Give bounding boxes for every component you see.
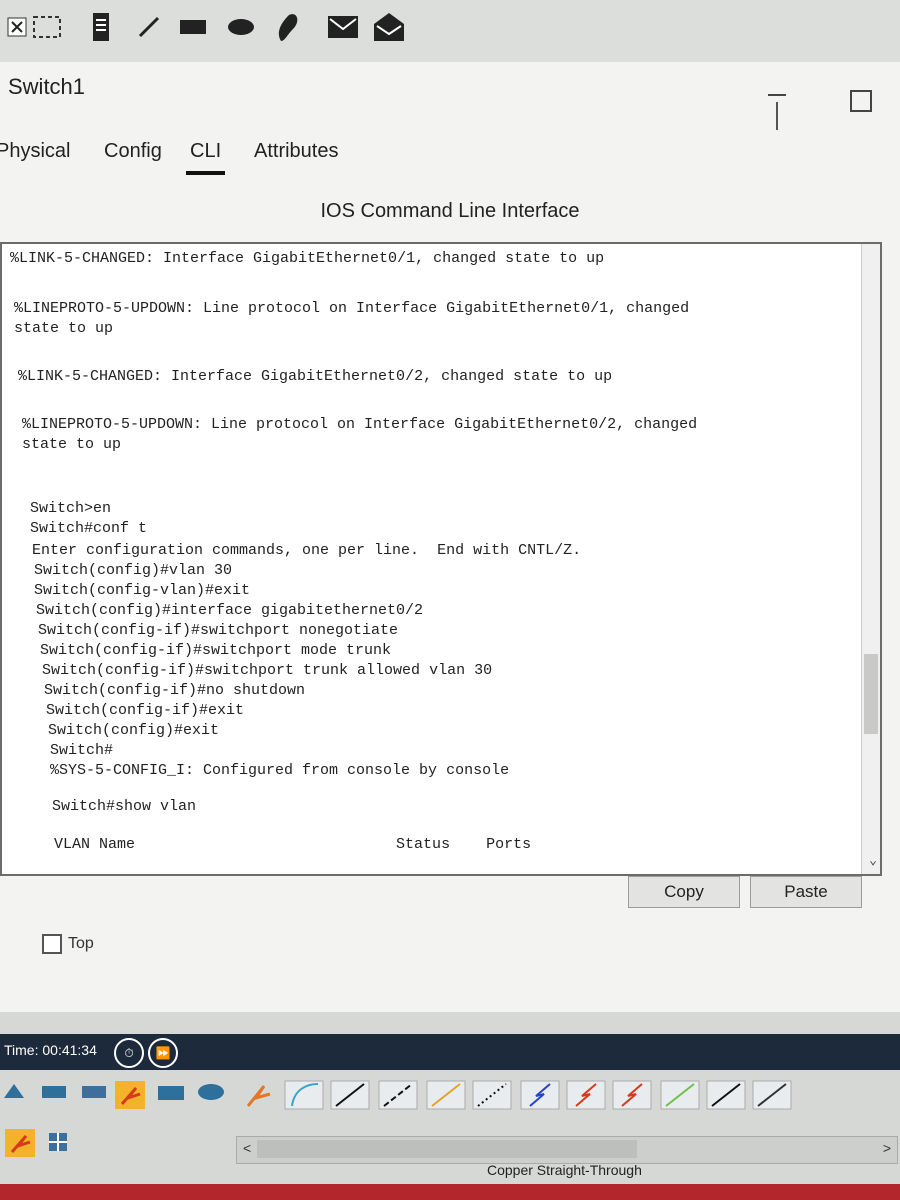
terminal-line: %LINK-5-CHANGED: Interface GigabitEthern… — [10, 250, 605, 267]
coaxial-icon[interactable] — [520, 1080, 560, 1110]
tab-attributes[interactable]: Attributes — [254, 140, 338, 163]
time-bar: Time: 00:41:34 ⏱ ⏩ — [0, 1034, 900, 1070]
terminal-line: VLAN Name Status Ports — [54, 836, 532, 853]
device-scrollbar-thumb[interactable] — [257, 1140, 637, 1158]
tab-bar: Physical Config CLI Attributes — [0, 140, 900, 180]
terminal-line: Switch(config-if)#no shutdown — [44, 682, 306, 699]
open-envelope-icon[interactable] — [372, 10, 406, 44]
terminal-line: state to up — [22, 436, 122, 453]
mail-icon[interactable] — [326, 10, 360, 44]
console-cable-icon[interactable] — [284, 1080, 324, 1110]
auto-connection-icon[interactable] — [242, 1080, 274, 1110]
divider — [776, 102, 778, 130]
grid-icon[interactable] — [48, 1132, 68, 1152]
cli-terminal[interactable]: %LINK-5-CHANGED: Interface GigabitEthern… — [0, 242, 882, 876]
terminal-line: Switch#show vlan — [52, 798, 197, 815]
device-scrollbar[interactable]: < > — [236, 1136, 898, 1164]
top-checkbox-row[interactable]: Top — [42, 934, 94, 954]
selected-connection-label: Copper Straight-Through — [487, 1162, 642, 1178]
top-toolbar — [0, 0, 900, 63]
serial-dte-icon[interactable] — [612, 1080, 652, 1110]
terminal-line: Switch(config-if)#switchport nonegotiate — [38, 622, 399, 639]
terminal-line: Switch# — [50, 742, 114, 759]
reset-time-icon[interactable]: ⏱ — [114, 1038, 144, 1068]
scrollbar-thumb[interactable] — [864, 654, 878, 734]
paste-button[interactable]: Paste — [750, 876, 862, 908]
terminal-line: Switch(config)#interface gigabitethernet… — [36, 602, 424, 619]
line-tool-icon[interactable] — [132, 10, 166, 44]
minimize-button[interactable] — [766, 78, 790, 102]
device-panel: Time: 00:41:34 ⏱ ⏩ < > Copper Straight-T… — [0, 1012, 900, 1200]
inspect-icon[interactable] — [84, 10, 118, 44]
phone-cable-icon[interactable] — [472, 1080, 512, 1110]
terminal-line: Switch(config-if)#exit — [46, 702, 245, 719]
terminal-line: Switch(config-vlan)#exit — [34, 582, 251, 599]
title-bar: Switch1 — [0, 62, 900, 130]
fast-forward-icon[interactable]: ⏩ — [148, 1038, 178, 1068]
terminal-line: Switch(config-if)#switchport mode trunk — [40, 642, 392, 659]
switch-icon[interactable] — [40, 1080, 68, 1104]
cli-heading: IOS Command Line Interface — [320, 200, 580, 222]
device-toolbar — [0, 1074, 900, 1116]
terminal-scrollbar[interactable]: ⌄ — [861, 244, 880, 874]
freeform-icon[interactable] — [270, 10, 304, 44]
fiber-icon[interactable] — [426, 1080, 466, 1110]
terminal-line: %SYS-5-CONFIG_I: Configured from console… — [50, 762, 510, 779]
tab-physical[interactable]: Physical — [0, 140, 70, 163]
terminal-line: Switch>en — [30, 500, 112, 517]
chevron-left-icon[interactable]: < — [243, 1140, 251, 1156]
serial-dce-icon[interactable] — [566, 1080, 606, 1110]
terminal-line: Switch(config)#vlan 30 — [34, 562, 233, 579]
chevron-right-icon[interactable]: > — [883, 1140, 891, 1156]
copy-button[interactable]: Copy — [628, 876, 740, 908]
terminal-line: %LINEPROTO-5-UPDOWN: Line protocol on In… — [14, 300, 690, 317]
copper-straight-through-icon[interactable] — [330, 1080, 370, 1110]
end-devices-icon[interactable] — [156, 1080, 186, 1104]
window-title: Switch1 — [8, 74, 86, 99]
router-icon[interactable] — [2, 1080, 26, 1104]
top-checkbox-label: Top — [68, 935, 94, 952]
octal-cable-icon[interactable] — [660, 1080, 700, 1110]
tab-cli[interactable]: CLI — [185, 140, 226, 175]
wireless-icon[interactable] — [196, 1080, 226, 1104]
tab-config[interactable]: Config — [104, 140, 162, 163]
terminal-line: %LINK-5-CHANGED: Interface GigabitEthern… — [18, 368, 613, 385]
rectangle-icon[interactable] — [176, 10, 210, 44]
iot-cable-icon[interactable] — [706, 1080, 746, 1110]
terminal-line: Switch#conf t — [30, 520, 148, 537]
terminal-line: state to up — [14, 320, 114, 337]
taskbar-strip — [0, 1184, 900, 1200]
terminal-line: Switch(config)#exit — [48, 722, 220, 739]
connections-category-icon[interactable] — [4, 1128, 36, 1158]
terminal-line: Enter configuration commands, one per li… — [32, 542, 582, 559]
hub-icon[interactable] — [80, 1080, 108, 1104]
switch-dialog: Switch1 Physical Config CLI Attributes I… — [0, 62, 900, 1012]
usb-cable-icon[interactable] — [752, 1080, 792, 1110]
top-checkbox[interactable] — [42, 934, 62, 954]
connections-icon[interactable] — [114, 1080, 146, 1110]
ellipse-icon[interactable] — [224, 10, 258, 44]
maximize-button[interactable] — [850, 90, 872, 112]
time-display: Time: 00:41:34 — [4, 1042, 97, 1058]
terminal-line: %LINEPROTO-5-UPDOWN: Line protocol on In… — [22, 416, 698, 433]
close-icon[interactable] — [0, 10, 34, 44]
select-icon[interactable] — [30, 10, 64, 44]
copper-cross-over-icon[interactable] — [378, 1080, 418, 1110]
terminal-line: Switch(config-if)#switchport trunk allow… — [42, 662, 493, 679]
chevron-down-icon[interactable]: ⌄ — [869, 853, 877, 868]
